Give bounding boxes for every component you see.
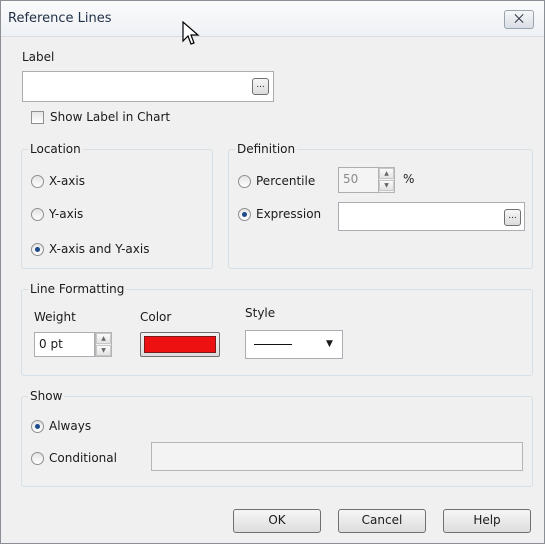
location-xy-axis-label: X-axis and Y-axis [49, 242, 150, 256]
close-button[interactable]: ⨉ [504, 10, 534, 29]
weight-label: Weight [34, 310, 76, 324]
percentile-spinner[interactable]: ▲ ▼ [378, 167, 395, 193]
color-swatch [144, 336, 216, 353]
percentile-radio[interactable] [238, 175, 251, 188]
style-label: Style [245, 306, 276, 320]
line-formatting-group-title: Line Formatting [28, 282, 127, 296]
expression-label: Expression [256, 207, 322, 221]
help-button-label: Help [473, 513, 501, 527]
location-y-axis-label: Y-axis [49, 207, 84, 221]
ellipsis-icon: ... [256, 80, 265, 90]
weight-input-value: 0 pt [39, 337, 63, 351]
ok-button[interactable]: OK [233, 509, 321, 533]
line-style-preview [254, 344, 292, 345]
chevron-down-icon: ▼ [326, 339, 333, 349]
close-icon: ⨉ [514, 12, 524, 26]
show-always-label: Always [49, 419, 92, 433]
percentile-input-value: 50 [343, 172, 359, 186]
label-ellipsis-button[interactable]: ... [252, 78, 269, 95]
show-always-radio[interactable] [31, 420, 44, 433]
location-x-axis-radio[interactable] [31, 175, 44, 188]
spinner-up-icon[interactable]: ▲ [96, 333, 111, 344]
style-select[interactable]: ▼ [245, 330, 343, 359]
percentile-input[interactable]: 50 [338, 167, 380, 193]
label-heading: Label [22, 50, 55, 64]
help-button[interactable]: Help [443, 509, 531, 533]
mouse-cursor-icon [182, 21, 200, 45]
location-xy-axis-radio[interactable] [31, 243, 44, 256]
spinner-down-icon[interactable]: ▼ [96, 345, 111, 356]
spinner-up-icon[interactable]: ▲ [379, 168, 394, 179]
label-input[interactable] [22, 71, 274, 102]
weight-input[interactable]: 0 pt [34, 332, 95, 357]
reference-lines-dialog: Reference Lines ⨉ Label ... Show Label i… [0, 0, 545, 544]
cancel-button[interactable]: Cancel [338, 509, 426, 533]
location-group-title: Location [28, 142, 83, 156]
show-label-checkbox-label: Show Label in Chart [50, 110, 171, 124]
color-label: Color [140, 310, 172, 324]
show-group-title: Show [28, 389, 65, 403]
percent-sign: % [403, 172, 415, 186]
color-button[interactable] [140, 332, 220, 357]
ellipsis-icon: ... [508, 211, 517, 221]
definition-group-title: Definition [235, 142, 298, 156]
location-y-axis-radio[interactable] [31, 208, 44, 221]
expression-radio[interactable] [238, 208, 251, 221]
expression-input[interactable] [338, 202, 525, 231]
percentile-label: Percentile [256, 174, 316, 188]
show-conditional-radio[interactable] [31, 452, 44, 465]
show-conditional-label: Conditional [49, 451, 117, 465]
dialog-title: Reference Lines [8, 11, 112, 26]
weight-spinner[interactable]: ▲ ▼ [95, 332, 112, 357]
expression-ellipsis-button[interactable]: ... [504, 209, 521, 226]
ok-button-label: OK [268, 513, 286, 527]
conditional-input[interactable] [151, 442, 523, 471]
location-x-axis-label: X-axis [49, 174, 85, 188]
title-bar: Reference Lines ⨉ [1, 1, 544, 37]
cancel-button-label: Cancel [361, 513, 403, 527]
spinner-down-icon[interactable]: ▼ [379, 180, 394, 191]
show-label-checkbox[interactable] [31, 111, 44, 124]
